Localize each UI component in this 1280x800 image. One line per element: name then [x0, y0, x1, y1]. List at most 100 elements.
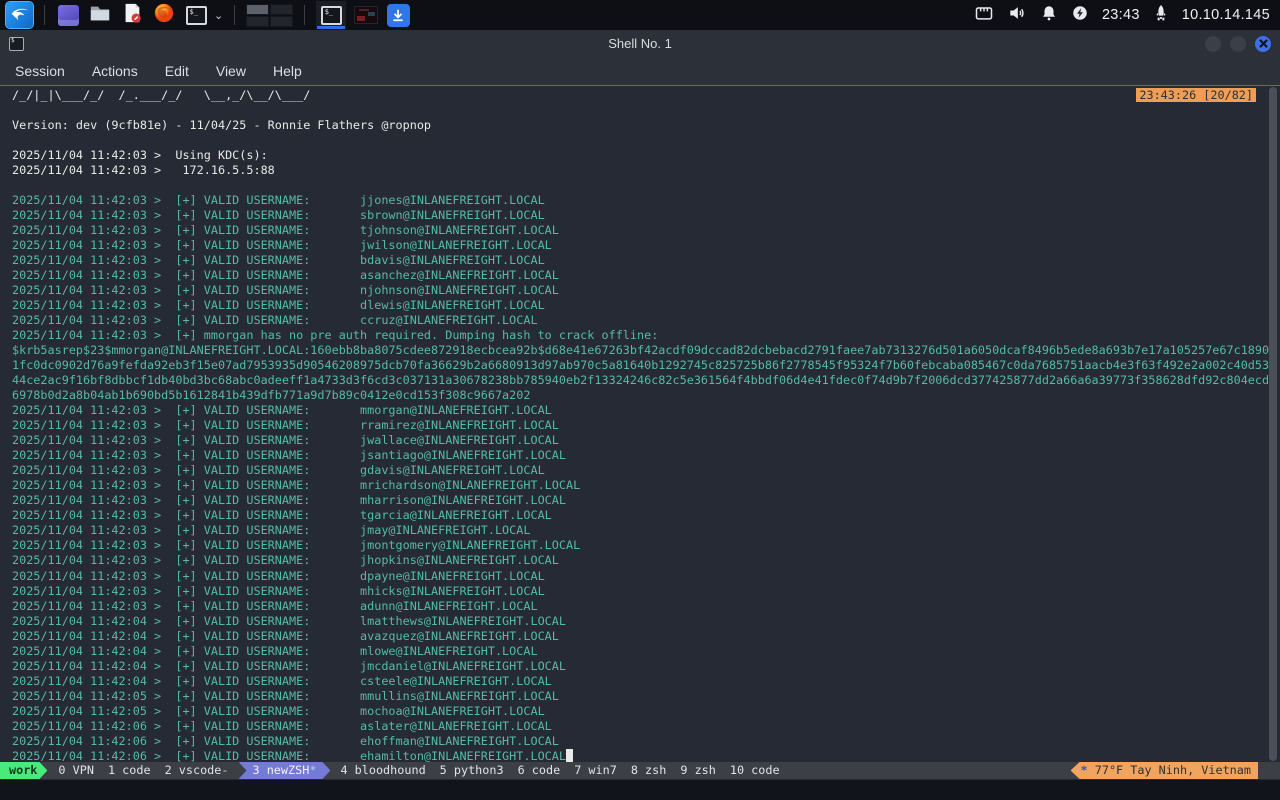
- terminal-line: 2025/11/04 11:42:06 > [+] VALID USERNAME…: [12, 749, 1280, 762]
- downloads-button[interactable]: [386, 3, 410, 27]
- workspace-pager[interactable]: [246, 4, 293, 27]
- tmux-window-python3[interactable]: 5 python3: [433, 762, 511, 779]
- terminal-line: [12, 178, 1280, 193]
- terminal-line: 2025/11/04 11:42:04 > [+] VALID USERNAME…: [12, 674, 1280, 689]
- tmux-window-code[interactable]: 10 code: [723, 762, 787, 779]
- terminal-line: 2025/11/04 11:42:03 > [+] VALID USERNAME…: [12, 418, 1280, 433]
- menu-help[interactable]: Help: [273, 63, 302, 79]
- volume-icon[interactable]: [1007, 3, 1027, 28]
- rocket-vpn-icon[interactable]: [1153, 4, 1169, 27]
- close-button[interactable]: [1255, 36, 1271, 52]
- network-icon[interactable]: [974, 3, 994, 28]
- terminal-line: 2025/11/04 11:42:03 > [+] VALID USERNAME…: [12, 523, 1280, 538]
- kali-menu-button[interactable]: [6, 2, 33, 28]
- menu-edit[interactable]: Edit: [165, 63, 189, 79]
- tmux-window-zsh[interactable]: 8 zsh: [624, 762, 674, 779]
- terminal-line: [12, 133, 1280, 148]
- menubar: Session Actions Edit View Help: [0, 57, 1280, 86]
- terminal-window: $ Shell No. 1 Session Actions Edit View …: [0, 30, 1280, 780]
- terminal-line: 2025/11/04 11:42:03 > [+] VALID USERNAME…: [12, 403, 1280, 418]
- terminal-line: [12, 103, 1280, 118]
- desktop-app-button[interactable]: [56, 3, 80, 27]
- terminal-cursor: [566, 749, 573, 762]
- system-tray: 23:43 10.10.14.145: [974, 3, 1274, 28]
- weather-icon: *: [1081, 763, 1088, 777]
- terminal-line: 2025/11/04 11:42:03 > [+] VALID USERNAME…: [12, 313, 1280, 328]
- scrollbar-handle[interactable]: [1269, 87, 1277, 761]
- terminal-icon: $_: [321, 6, 342, 25]
- terminal-line: 2025/11/04 11:42:03 > [+] VALID USERNAME…: [12, 433, 1280, 448]
- active-task-indicator: [317, 26, 345, 29]
- minimize-button[interactable]: [1205, 36, 1221, 52]
- weather-label: 77°F Tay Ninh, Vietnam: [1095, 763, 1251, 777]
- tmux-window-newZSH[interactable]: 3 newZSH*: [239, 762, 331, 779]
- firefox-button[interactable]: [152, 3, 176, 27]
- terminal-line: 2025/11/04 11:42:03 > [+] VALID USERNAME…: [12, 599, 1280, 614]
- terminal-line: 2025/11/04 11:42:06 > [+] VALID USERNAME…: [12, 734, 1280, 749]
- terminal-line: 6978b0d2a8b04ab1b690bd5b1612841b439dfb77…: [12, 388, 1280, 403]
- window-thumbnail: [354, 6, 378, 24]
- workspace-1[interactable]: [246, 4, 269, 15]
- terminal-line: 2025/11/04 11:42:03 > [+] VALID USERNAME…: [12, 298, 1280, 313]
- file-manager-button[interactable]: [88, 3, 112, 27]
- terminal-line: 2025/11/04 11:42:03 > [+] VALID USERNAME…: [12, 223, 1280, 238]
- window-controls: [1205, 36, 1271, 52]
- tmux-weather: * 77°F Tay Ninh, Vietnam: [1071, 762, 1258, 779]
- terminal-icon: $_: [186, 6, 207, 25]
- terminal-line: 2025/11/04 11:42:03 > [+] VALID USERNAME…: [12, 283, 1280, 298]
- terminal-line: 2025/11/04 11:42:03 > [+] VALID USERNAME…: [12, 208, 1280, 223]
- terminal-line: 2025/11/04 11:42:03 > [+] VALID USERNAME…: [12, 493, 1280, 508]
- terminal-line: 2025/11/04 11:42:03 > [+] VALID USERNAME…: [12, 538, 1280, 553]
- terminal-line: 2025/11/04 11:42:03 > [+] VALID USERNAME…: [12, 508, 1280, 523]
- tmux-window-VPN[interactable]: 0 VPN: [51, 762, 101, 779]
- clock[interactable]: 23:43: [1102, 7, 1140, 23]
- desktop-background: [0, 780, 1280, 800]
- workspace-4[interactable]: [270, 16, 293, 27]
- workspace-2[interactable]: [270, 4, 293, 15]
- tmux-window-code[interactable]: 6 code: [511, 762, 568, 779]
- terminal-line: 2025/11/04 11:42:06 > [+] VALID USERNAME…: [12, 719, 1280, 734]
- tmux-window-win7[interactable]: 7 win7: [567, 762, 624, 779]
- terminal-line: 1fc0dc0902d76a9fefda92eb3f15e07ad7953935…: [12, 358, 1280, 373]
- terminal-line: 2025/11/04 11:42:04 > [+] VALID USERNAME…: [12, 629, 1280, 644]
- tmux-window-zsh[interactable]: 9 zsh: [673, 762, 723, 779]
- menu-view[interactable]: View: [216, 63, 246, 79]
- terminal-line: 2025/11/04 11:42:03 > [+] VALID USERNAME…: [12, 253, 1280, 268]
- tmux-window-code[interactable]: 1 code: [101, 762, 158, 779]
- menu-actions[interactable]: Actions: [92, 63, 138, 79]
- text-editor-icon: [121, 2, 143, 29]
- terminal-output[interactable]: /_/|_|\___/_/ /_.___/_/ \__,_/\__/\___/V…: [0, 86, 1280, 762]
- menu-session[interactable]: Session: [15, 63, 65, 79]
- terminal-line: 2025/11/04 11:42:03 > [+] VALID USERNAME…: [12, 268, 1280, 283]
- chevron-down-icon[interactable]: ⌄: [214, 9, 223, 22]
- terminal-line: 2025/11/04 11:42:03 > Using KDC(s):: [12, 148, 1280, 163]
- terminal-line: 2025/11/04 11:42:03 > [+] VALID USERNAME…: [12, 448, 1280, 463]
- terminal-line: 2025/11/04 11:42:03 > 172.16.5.5:88: [12, 163, 1280, 178]
- taskbar-separator: [304, 5, 305, 25]
- text-editor-button[interactable]: [120, 3, 144, 27]
- workspace-3[interactable]: [246, 16, 269, 27]
- terminal-launcher-button[interactable]: $_: [184, 3, 208, 27]
- tmux-window-list: 0 VPN1 code2 vscode-3 newZSH*4 bloodhoun…: [51, 762, 786, 779]
- tmux-window-bloodhound[interactable]: 4 bloodhound: [333, 762, 432, 779]
- task-button-window[interactable]: [354, 3, 378, 27]
- tmux-status-bar: work 0 VPN1 code2 vscode-3 newZSH*4 bloo…: [0, 762, 1280, 779]
- terminal-line: 44ce2ac9f16bf8dbbcf1db40bd3bc68abc0adeef…: [12, 373, 1280, 388]
- terminal-line: 2025/11/04 11:42:05 > [+] VALID USERNAME…: [12, 704, 1280, 719]
- vpn-ip[interactable]: 10.10.14.145: [1182, 7, 1270, 23]
- bell-icon[interactable]: [1040, 4, 1058, 27]
- power-bolt-icon[interactable]: [1071, 4, 1089, 27]
- zsh-right-prompt: 23:43:26 [20/82]: [1136, 88, 1256, 102]
- taskbar: $_ ⌄ $_: [0, 0, 1280, 30]
- maximize-button[interactable]: [1230, 36, 1246, 52]
- firefox-icon: [153, 2, 175, 29]
- task-button-terminal[interactable]: $_: [316, 1, 346, 29]
- taskbar-launchers: $_ ⌄ $_: [6, 1, 410, 29]
- taskbar-separator: [234, 5, 235, 25]
- terminal-lines: /_/|_|\___/_/ /_.___/_/ \__,_/\__/\___/V…: [12, 88, 1280, 762]
- titlebar[interactable]: $ Shell No. 1: [0, 30, 1280, 57]
- terminal-line: Version: dev (9cfb81e) - 11/04/25 - Ronn…: [12, 118, 1280, 133]
- terminal-line: 2025/11/04 11:42:03 > [+] VALID USERNAME…: [12, 238, 1280, 253]
- scrollbar[interactable]: [1269, 87, 1278, 761]
- tmux-window-vscode[interactable]: 2 vscode-: [158, 762, 236, 779]
